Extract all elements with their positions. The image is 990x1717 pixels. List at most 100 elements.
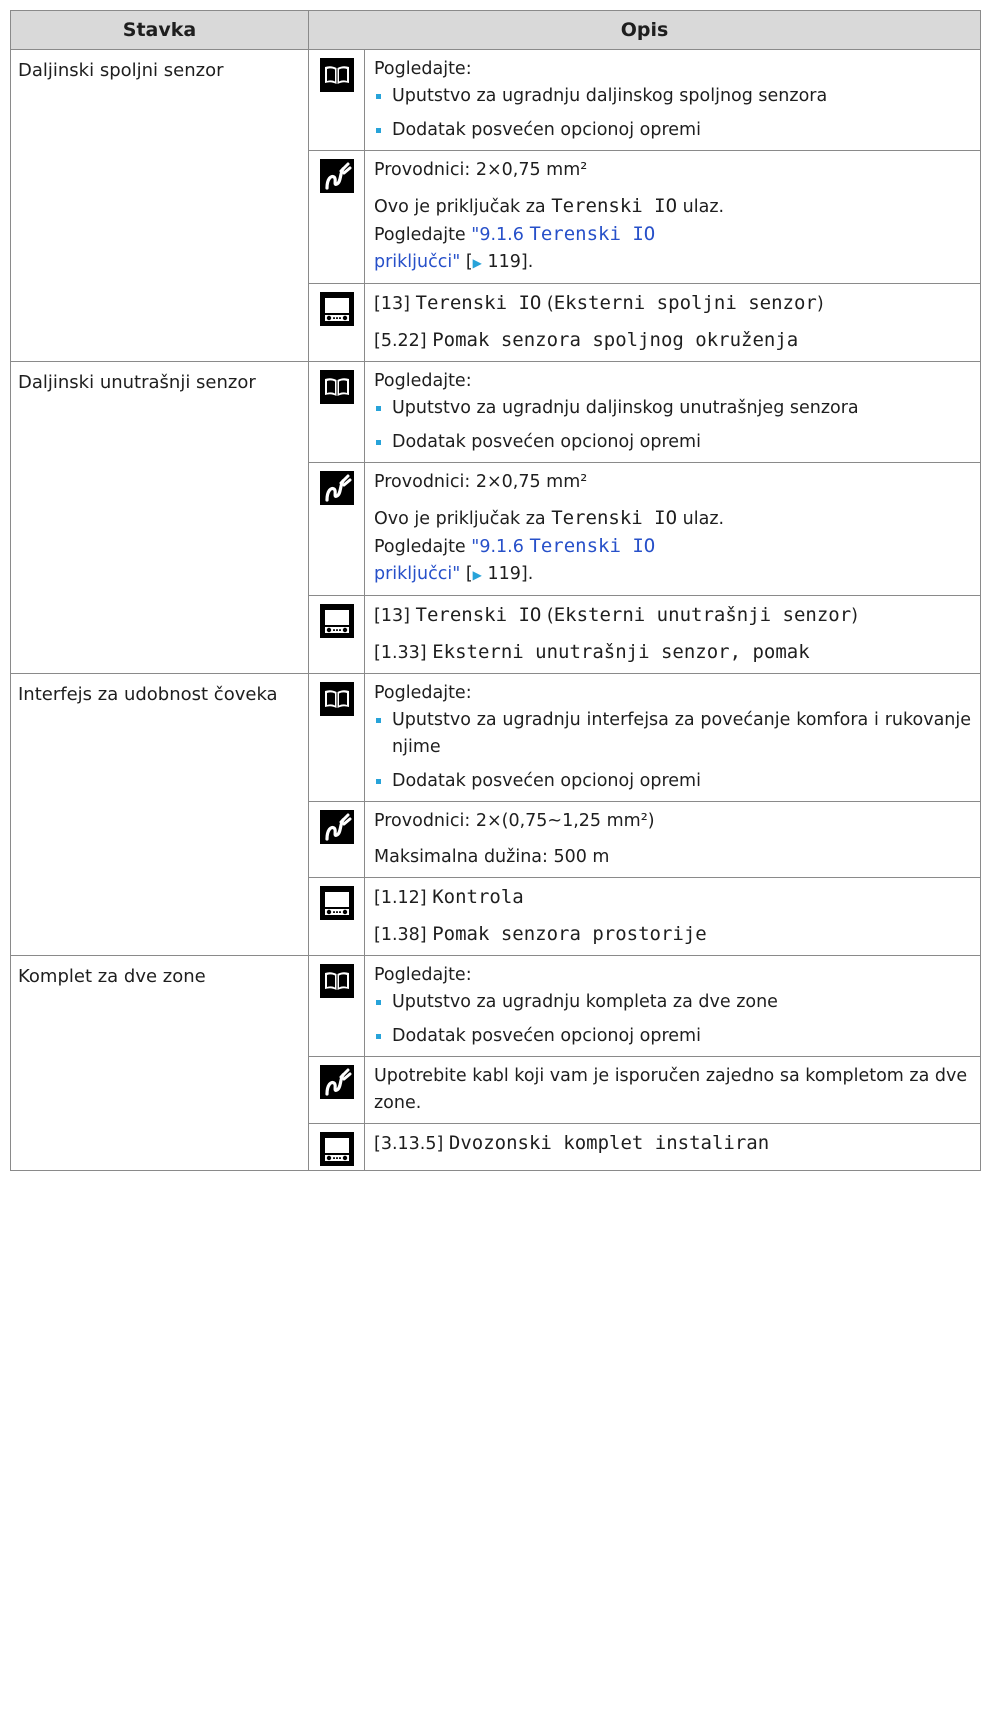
link-text: priključci" <box>374 564 461 584</box>
ui-settings: [1.12] Kontrola [1.38] Pomak senzora pros… <box>363 877 982 956</box>
link-mono: Terenski IO <box>529 223 656 245</box>
setting-code: [13] <box>374 606 416 626</box>
see-label: Pogledajte: <box>374 59 472 79</box>
see-text: Pogledajte <box>374 225 472 245</box>
paren-close: ) <box>851 606 858 626</box>
paren-close: ) <box>816 294 824 314</box>
header-item: Stavka <box>10 10 309 50</box>
setting-name: Terenski IO <box>415 292 542 314</box>
link-text: priključci" <box>374 252 461 272</box>
user-interface-icon <box>319 604 354 638</box>
connection-note: Ovo je priključak za Terenski IO ulaz. Po… <box>374 193 971 277</box>
reference-list: Uputstvo za ugradnju daljinskog spoljnog… <box>374 83 971 144</box>
ui-icon-cell <box>308 877 365 956</box>
item-name: Daljinski spoljni senzor <box>10 49 309 362</box>
wire-icon-cell <box>308 801 365 878</box>
setting-name: Eksterni unutrašnji senzor, pomak <box>432 641 810 663</box>
see-label: Pogledajte: <box>374 371 472 391</box>
reference-item: Dodatak posvećen opcionoj opremi <box>374 429 971 456</box>
wire-icon-cell <box>308 462 365 596</box>
wiring-info: Provodnici: 2×(0,75~1,25 mm²) Maksimalna … <box>363 801 982 878</box>
table-header-row: Stavka Opis <box>10 10 982 50</box>
setting-name: Pomak senzora spoljnog okruženja <box>432 329 799 351</box>
book-icon-cell <box>308 673 365 802</box>
page-bracket: [ <box>460 564 473 584</box>
book-icon-cell <box>308 955 365 1057</box>
ui-icon-cell <box>308 595 365 674</box>
book-icon-cell <box>308 49 365 151</box>
manual-reference: Pogledajte: Uputstvo za ugradnju daljinsk… <box>363 49 982 151</box>
item-name: Daljinski unutrašnji senzor <box>10 361 309 674</box>
user-interface-icon <box>319 1132 354 1166</box>
reference-item: Uputstvo za ugradnju kompleta za dve zon… <box>374 989 971 1016</box>
ui-icon-cell <box>308 1123 365 1171</box>
wiring-line: Provodnici: 2×0,75 mm² <box>374 160 588 180</box>
wiring-icon <box>319 159 354 193</box>
ui-settings: [13] Terenski IO (Eksterni spoljni senzo… <box>363 283 982 362</box>
see-text: Pogledajte <box>374 537 472 557</box>
connection-mono: Terenski IO <box>551 195 678 217</box>
wiring-line: Provodnici: 2×(0,75~1,25 mm²) <box>374 811 655 831</box>
book-icon-cell <box>308 361 365 463</box>
reference-item: Dodatak posvećen opcionoj opremi <box>374 117 971 144</box>
ui-setting-line: [1.38] Pomak senzora prostorije <box>374 921 971 949</box>
table-row: Komplet za dve zone Pogledajte: Uputstvo z… <box>10 955 982 1171</box>
book-icon <box>319 682 354 716</box>
connection-text: Ovo je priključak za <box>374 509 552 529</box>
setting-code: [1.12] <box>374 888 433 908</box>
book-icon <box>319 964 354 998</box>
item-name: Komplet za dve zone <box>10 955 309 1171</box>
page-arrow-icon: ▶ <box>472 568 482 582</box>
connection-mono: Terenski IO <box>551 507 678 529</box>
ui-settings: [13] Terenski IO (Eksterni unutrašnji se… <box>363 595 982 674</box>
reference-item: Dodatak posvećen opcionoj opremi <box>374 768 971 795</box>
table-row: Daljinski spoljni senzor Pogledajte: Uputs… <box>10 49 982 362</box>
table-body: Daljinski spoljni senzor Pogledajte: Uputs… <box>10 49 982 1171</box>
reference-list: Uputstvo za ugradnju interfejsa za poveć… <box>374 707 971 795</box>
wire-icon-cell <box>308 150 365 284</box>
setting-code: [1.33] <box>374 643 433 663</box>
setting-code: [13] <box>374 294 416 314</box>
setting-value: Eksterni unutrašnji senzor <box>553 604 852 626</box>
ui-setting-line: [1.33] Eksterni unutrašnji senzor, pomak <box>374 639 971 667</box>
setting-name: Pomak senzora prostorije <box>432 923 707 945</box>
wiring-icon <box>319 471 354 505</box>
wiring-info: Upotrebite kabl koji vam je isporučen za… <box>363 1056 982 1124</box>
book-icon <box>319 58 354 92</box>
connection-suffix: ulaz. <box>677 509 725 529</box>
ui-setting-line: [3.13.5] Dvozonski komplet instaliran <box>374 1130 971 1158</box>
paren-open: ( <box>541 294 554 314</box>
connection-text: Ovo je priključak za <box>374 197 552 217</box>
table-row: Interfejs za udobnost čoveka Pogledajte: U… <box>10 673 982 956</box>
ui-setting-line: [5.22] Pomak senzora spoljnog okruženja <box>374 327 971 355</box>
reference-list: Uputstvo za ugradnju daljinskog unutrašn… <box>374 395 971 456</box>
manual-reference: Pogledajte: Uputstvo za ugradnju kompleta… <box>363 955 982 1057</box>
see-label: Pogledajte: <box>374 965 472 985</box>
page-ref: 119]. <box>481 564 534 584</box>
item-name: Interfejs za udobnost čoveka <box>10 673 309 956</box>
wiring-icon <box>319 810 354 844</box>
ui-icon-cell <box>308 283 365 362</box>
ui-setting-line: [1.12] Kontrola <box>374 884 971 912</box>
wiring-info: Provodnici: 2×0,75 mm² Ovo je priključak … <box>363 462 982 596</box>
wiring-info: Provodnici: 2×0,75 mm² Ovo je priključak … <box>363 150 982 284</box>
wire-icon-cell <box>308 1056 365 1124</box>
setting-code: [3.13.5] <box>374 1134 449 1154</box>
wiring-line: Upotrebite kabl koji vam je isporučen za… <box>374 1066 968 1113</box>
reference-item: Dodatak posvećen opcionoj opremi <box>374 1023 971 1050</box>
page-arrow-icon: ▶ <box>472 256 482 270</box>
ui-setting-line: [13] Terenski IO (Eksterni spoljni senzo… <box>374 290 971 318</box>
reference-item: Uputstvo za ugradnju interfejsa za poveć… <box>374 707 971 761</box>
wiring-icon <box>319 1065 354 1099</box>
user-interface-icon <box>319 886 354 920</box>
book-icon <box>319 370 354 404</box>
ui-settings: [3.13.5] Dvozonski komplet instaliran <box>363 1123 982 1171</box>
setting-name: Kontrola <box>432 886 524 908</box>
manual-reference: Pogledajte: Uputstvo za ugradnju interfej… <box>363 673 982 802</box>
link-mono: Terenski IO <box>529 535 656 557</box>
paren-open: ( <box>541 606 554 626</box>
see-label: Pogledajte: <box>374 683 472 703</box>
wiring-line: Provodnici: 2×0,75 mm² <box>374 472 588 492</box>
reference-item: Uputstvo za ugradnju daljinskog unutrašn… <box>374 395 971 422</box>
wiring-line: Maksimalna dužina: 500 m <box>374 847 610 867</box>
